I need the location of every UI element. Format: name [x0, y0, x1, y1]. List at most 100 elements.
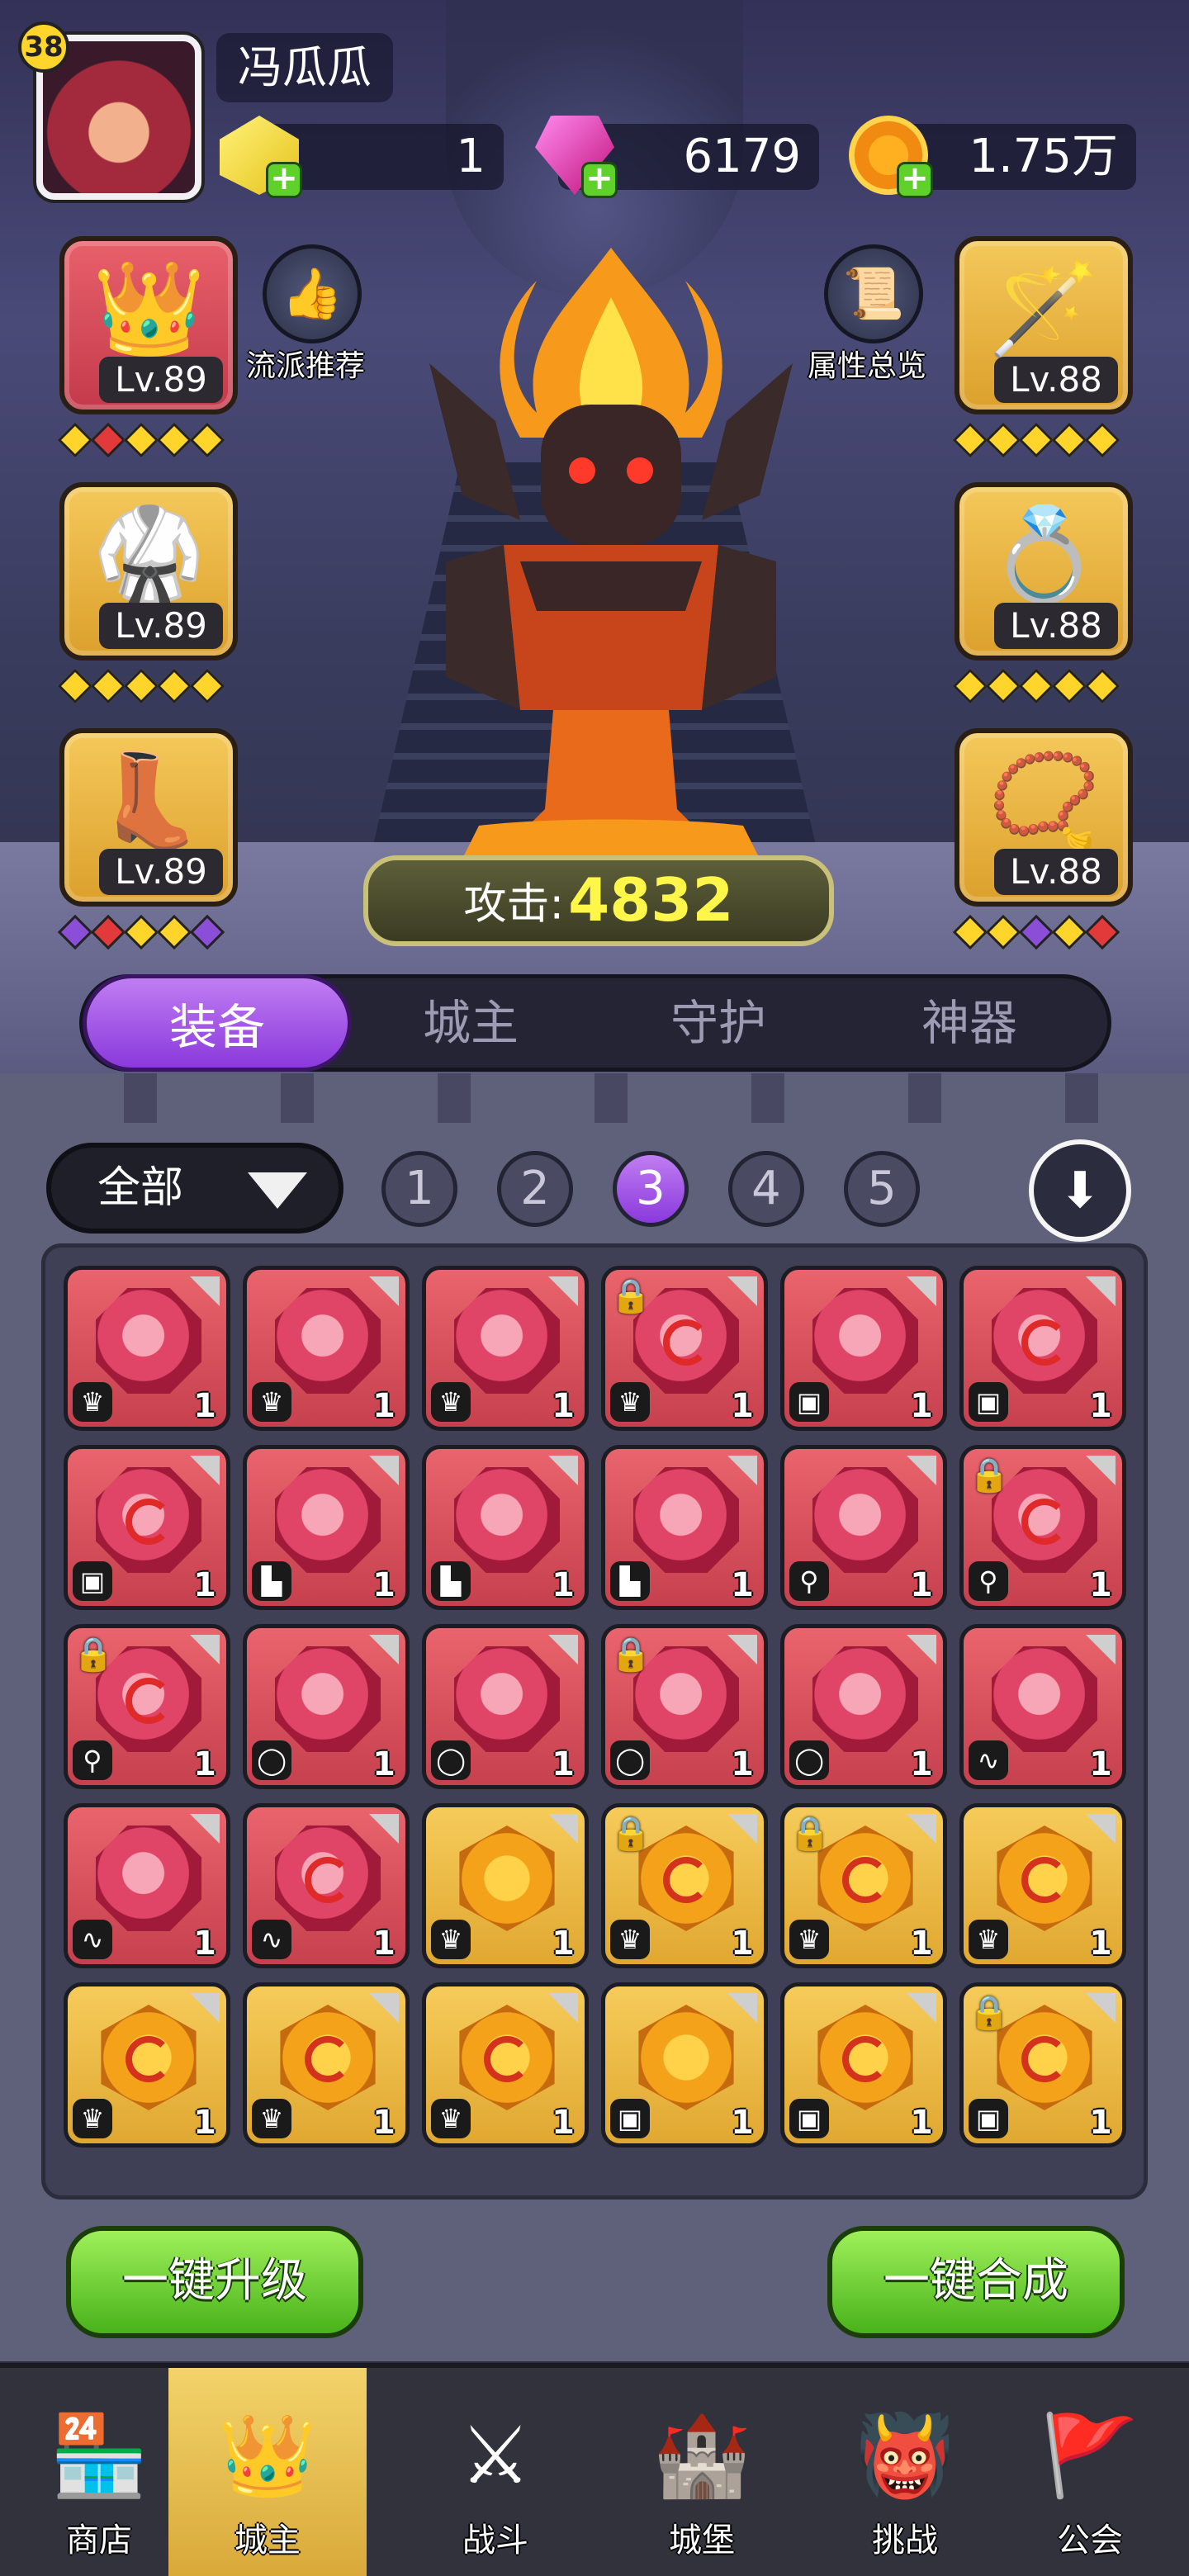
inventory-item[interactable]: 🔒 ▣ 1 [959, 1982, 1126, 2147]
add-crystal-button[interactable]: + [581, 162, 618, 198]
topaz-gem-icon [459, 1825, 555, 1931]
inventory-item[interactable]: ♛ 1 [422, 1803, 589, 1968]
equip-slot-amulet[interactable]: 📿 Lv.88 [955, 728, 1133, 907]
equip-slot-boots[interactable]: 👢 Lv.89 [59, 728, 238, 907]
inventory-item[interactable]: ∿ 1 [243, 1803, 410, 1968]
inventory-item[interactable]: ▙ 1 [601, 1445, 768, 1610]
inventory-item[interactable]: ♛ 1 [422, 1266, 589, 1431]
equip-slot-staff[interactable]: 🪄 Lv.88 [955, 236, 1133, 414]
lock-icon: 🔒 [969, 1994, 1010, 2032]
inventory-item[interactable]: ▣ 1 [780, 1266, 947, 1431]
corner-marker-icon [190, 1993, 220, 2023]
star-filter-1[interactable]: 1 [381, 1151, 457, 1227]
corner-marker-icon [907, 1635, 936, 1664]
inventory-item[interactable]: ∿ 1 [959, 1624, 1126, 1789]
star-filter-5[interactable]: 5 [844, 1151, 920, 1227]
inventory-item[interactable]: ♛ 1 [959, 1803, 1126, 1968]
add-coin-button[interactable]: + [897, 162, 933, 198]
crown-type-icon: ♛ [431, 1382, 471, 1422]
inventory-item[interactable]: ♛ 1 [243, 1982, 410, 2147]
inventory-item[interactable]: ▙ 1 [243, 1445, 410, 1610]
inventory-item[interactable]: 🔒 ♛ 1 [601, 1266, 768, 1431]
ring-icon: 💍 [988, 501, 1101, 607]
inventory-item[interactable]: ♛ 1 [64, 1266, 230, 1431]
crown-icon: 👑 [218, 2409, 317, 2502]
amulet-type-icon: ∿ [969, 1740, 1008, 1780]
star-dots [952, 422, 1120, 458]
upgrade-all-button[interactable]: 一键升级 [66, 2226, 363, 2338]
item-quantity: 1 [731, 1566, 754, 1604]
equip-slot-armor[interactable]: 🥋 Lv.89 [59, 482, 238, 661]
inventory-item[interactable]: ◯ 1 [780, 1624, 947, 1789]
corner-marker-icon [907, 1276, 936, 1306]
swirl-mark-icon [126, 2036, 172, 2082]
inventory-item[interactable]: 🔒 ⚲ 1 [64, 1624, 230, 1789]
inventory-item[interactable]: 🔒 ♛ 1 [780, 1803, 947, 1968]
guild-banner-icon: 🚩 [1040, 2409, 1139, 2502]
tab-equipment[interactable]: 装备 [83, 974, 352, 1072]
item-quantity: 1 [372, 1745, 396, 1783]
nav-guild[interactable]: 🚩 公会 [991, 2368, 1189, 2576]
tab-guardian[interactable]: 守护 [594, 974, 842, 1072]
star-filter-4[interactable]: 4 [728, 1151, 804, 1227]
ruby-gem-icon [96, 1825, 201, 1931]
inventory-item[interactable]: ◯ 1 [243, 1624, 410, 1789]
filter-value: 全部 [97, 1163, 184, 1213]
swirl-mark-icon [305, 1857, 351, 1903]
lock-icon: 🔒 [789, 1815, 831, 1853]
swirl-mark-icon [842, 1857, 888, 1903]
ruby-gem-icon [812, 1288, 918, 1394]
nav-label: 战斗 [462, 2522, 528, 2559]
tab-artifact[interactable]: 神器 [846, 974, 1093, 1072]
ruby-gem-icon [96, 1288, 201, 1394]
inventory-item[interactable]: ▣ 1 [959, 1266, 1126, 1431]
tab-lord[interactable]: 城主 [347, 974, 594, 1072]
attack-power-bar: 攻击: 4832 [363, 855, 834, 946]
star-filter-2[interactable]: 2 [497, 1151, 573, 1227]
nav-lord[interactable]: 👑 城主 [168, 2368, 367, 2576]
inventory-item[interactable]: ▣ 1 [780, 1982, 947, 2147]
crown-type-icon: ♛ [73, 1382, 112, 1422]
add-gem-button[interactable]: + [266, 162, 302, 198]
corner-marker-icon [369, 1993, 399, 2023]
corner-marker-icon [190, 1814, 220, 1844]
item-quantity: 1 [193, 2104, 216, 2142]
swirl-mark-icon [126, 1678, 172, 1724]
inventory-item[interactable]: 🔒 ◯ 1 [601, 1624, 768, 1789]
inventory-item[interactable]: ▣ 1 [601, 1982, 768, 2147]
scroll-icon[interactable]: 📜 [824, 244, 923, 343]
ruby-gem-icon [633, 1467, 739, 1573]
inventory-item[interactable]: 🔒 ⚲ 1 [959, 1445, 1126, 1610]
star-filter-3[interactable]: 3 [613, 1151, 689, 1227]
inventory-item[interactable]: ♛ 1 [243, 1266, 410, 1431]
combine-all-button[interactable]: 一键合成 [827, 2226, 1125, 2338]
nav-label: 公会 [1057, 2522, 1123, 2559]
item-quantity: 1 [1089, 1925, 1112, 1963]
inventory-item[interactable]: ◯ 1 [422, 1624, 589, 1789]
inventory-item[interactable]: ∿ 1 [64, 1803, 230, 1968]
nav-battle[interactable]: ⚔ 战斗 [396, 2368, 594, 2576]
inventory-item[interactable]: 🔒 ♛ 1 [601, 1803, 768, 1968]
equip-slot-ring[interactable]: 💍 Lv.88 [955, 482, 1133, 661]
inventory-item[interactable]: ♛ 1 [422, 1982, 589, 2147]
swirl-mark-icon [1021, 1857, 1068, 1903]
item-quantity: 1 [731, 1925, 754, 1963]
corner-marker-icon [1086, 1276, 1116, 1306]
crown-type-icon: ♛ [252, 1382, 291, 1422]
equip-slot-crown[interactable]: 👑 Lv.89 [59, 236, 238, 414]
download-icon[interactable]: ⬇ [1029, 1139, 1131, 1242]
inventory-item[interactable]: ⚲ 1 [780, 1445, 947, 1610]
build-recommend-label[interactable]: 流派推荐 [246, 342, 365, 385]
inventory-item[interactable]: ▙ 1 [422, 1445, 589, 1610]
dropdown-arrow-icon [248, 1172, 307, 1209]
attribute-overview-label[interactable]: 属性总览 [808, 342, 926, 385]
ruby-gem-icon [454, 1288, 560, 1394]
nav-castle[interactable]: 🏰 城堡 [603, 2368, 801, 2576]
corner-marker-icon [190, 1456, 220, 1485]
thumbs-up-icon[interactable]: 👍 [263, 244, 362, 343]
inventory-item[interactable]: ♛ 1 [64, 1982, 230, 2147]
inventory-item[interactable]: ▣ 1 [64, 1445, 230, 1610]
nav-challenge[interactable]: 👹 挑战 [806, 2368, 1004, 2576]
corner-marker-icon [190, 1276, 220, 1306]
item-quantity: 1 [910, 1925, 933, 1963]
